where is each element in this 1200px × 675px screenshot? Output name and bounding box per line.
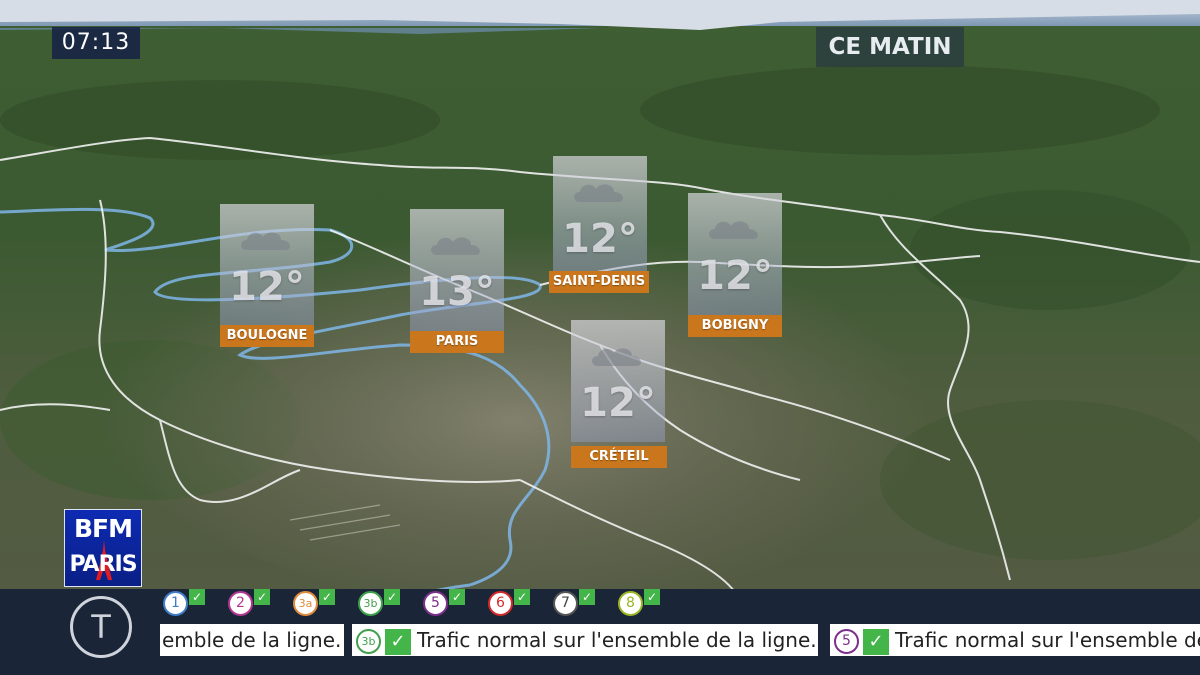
ticker-text: emble de la ligne. xyxy=(162,628,342,652)
line-badge: 3b xyxy=(358,591,383,616)
check-icon: ✓ xyxy=(863,628,889,655)
check-icon: ✓ xyxy=(644,589,660,605)
line-badge: 1 xyxy=(163,591,188,616)
city-label: SAINT-DENIS xyxy=(549,271,649,293)
cloud-icon xyxy=(431,237,480,255)
traffic-ticker: emble de la ligne. 3b ✓ Trafic normal sur … xyxy=(160,624,1200,658)
temperature-value: 12° xyxy=(580,380,656,426)
line-badge: 3b xyxy=(356,629,381,654)
ticker-text: Trafic normal sur l'ensemble de xyxy=(895,628,1200,652)
temperature-value: 12° xyxy=(229,264,305,310)
check-icon: ✓ xyxy=(449,589,465,605)
forecast-card: 13° xyxy=(410,209,504,331)
cloud-icon xyxy=(592,348,641,366)
cloud-icon xyxy=(709,221,758,239)
forecast-card: 12° xyxy=(220,204,314,326)
city-label: BOBIGNY xyxy=(688,315,782,337)
ticker-item: 3b ✓ Trafic normal sur l'ensemble de la li… xyxy=(352,624,818,656)
forecast-card: 12° xyxy=(688,193,782,315)
cloud-icon xyxy=(574,184,623,202)
line-badge: 5 xyxy=(834,629,859,654)
cloud-icon xyxy=(241,232,290,250)
city-label: CRÉTEIL xyxy=(571,446,667,468)
city-label: PARIS xyxy=(410,331,504,353)
ticker-text: Trafic normal sur l'ensemble de la ligne… xyxy=(417,628,817,652)
ticker-item: 5 ✓ Trafic normal sur l'ensemble de xyxy=(830,624,1200,656)
city-label: BOULOGNE xyxy=(220,325,314,347)
ticker-item: emble de la ligne. xyxy=(160,624,344,656)
check-icon: ✓ xyxy=(579,589,595,605)
check-icon: ✓ xyxy=(189,589,205,605)
line-badge: 8 xyxy=(618,591,643,616)
line-badge: 5 xyxy=(423,591,448,616)
line-badge: 6 xyxy=(488,591,513,616)
temperature-value: 12° xyxy=(697,253,773,299)
bfm-paris-logo: BFM PARIS xyxy=(64,509,142,587)
check-icon: ✓ xyxy=(254,589,270,605)
check-icon: ✓ xyxy=(385,628,411,655)
line-badge: 3a xyxy=(293,591,318,616)
check-icon: ✓ xyxy=(514,589,530,605)
check-icon: ✓ xyxy=(384,589,400,605)
line-badge: 7 xyxy=(553,591,578,616)
temperature-value: 12° xyxy=(562,216,638,262)
logo-line-2: PARIS xyxy=(69,552,137,577)
broadcast-clock: 07:13 xyxy=(52,27,140,59)
line-badge: 2 xyxy=(228,591,253,616)
temperature-value: 13° xyxy=(419,269,495,315)
period-label: CE MATIN xyxy=(816,27,964,67)
forecast-card: 12° xyxy=(571,320,665,442)
tramway-icon: T xyxy=(70,596,132,658)
logo-line-1: BFM xyxy=(73,514,133,543)
forecast-card: 12° xyxy=(553,156,647,278)
check-icon: ✓ xyxy=(319,589,335,605)
